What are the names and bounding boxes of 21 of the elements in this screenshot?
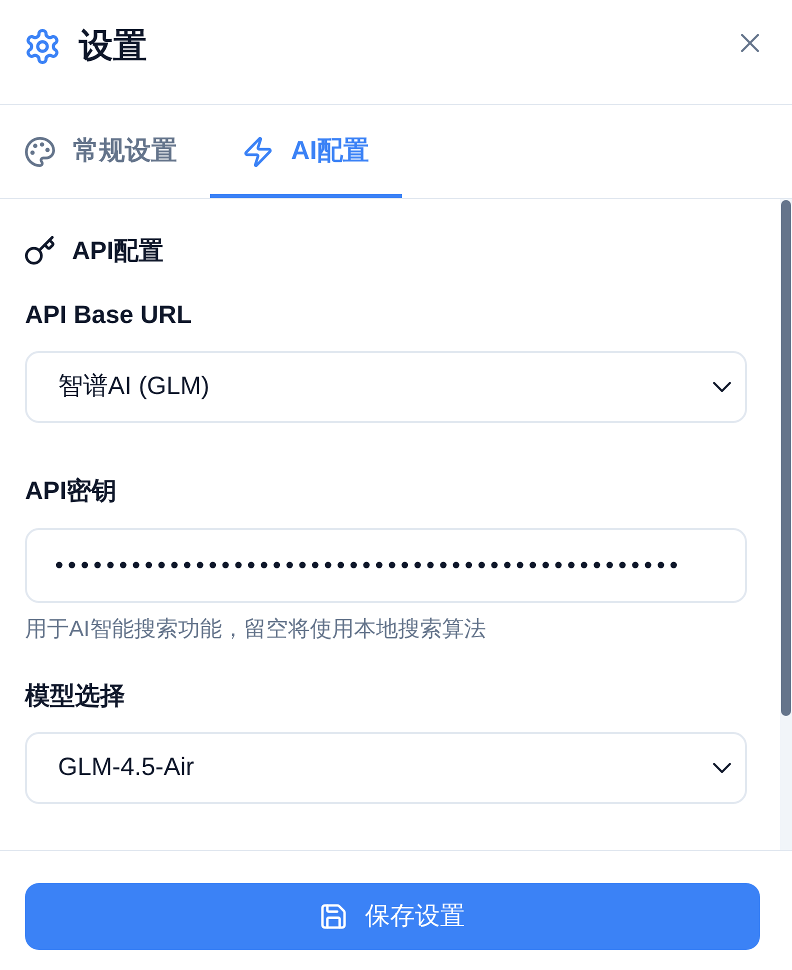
key-icon [25,236,55,266]
field-label: API密钥 [25,476,117,507]
help-text: 用于AI智能搜索功能，留空将使用本地搜索算法 [25,615,486,643]
scrollbar-thumb[interactable] [781,200,791,716]
section-title: API配置 [72,236,164,267]
chevron-down-icon [713,382,731,392]
field-label: 模型选择 [25,681,125,712]
field-label: API Base URL [25,300,192,331]
save-button[interactable]: 保存设置 [25,883,760,950]
lightning-bolt-icon [243,136,273,166]
chevron-down-icon [713,763,731,773]
tab[interactable]: 常规设置 [0,105,210,198]
close-button[interactable] [738,31,762,55]
api-key-field[interactable]: ••••••••••••••••••••••••••••••••••••••••••••••••• [25,528,747,603]
model-select[interactable]: GLM-4.5-Air [25,732,747,804]
settings-icon [25,28,60,64]
dialog-title: 设置 [79,26,147,66]
base-url-select[interactable]: 智谱AI (GLM) [25,351,747,423]
tab[interactable]: AI配置 [210,105,402,198]
palette-icon [25,136,55,166]
close-icon [741,34,759,52]
